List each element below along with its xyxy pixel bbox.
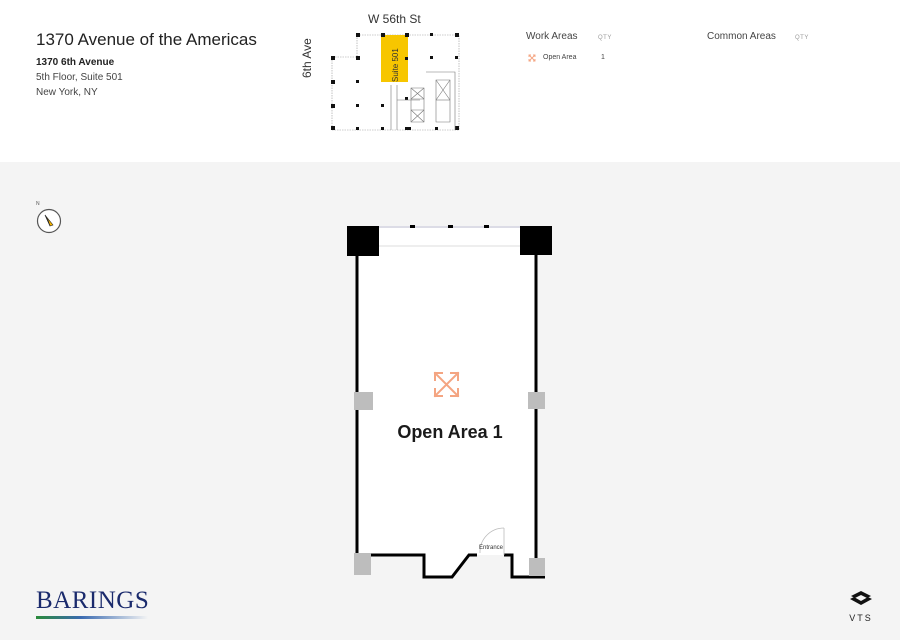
barings-logo-underline [36, 616, 148, 619]
vts-logo: VTS [846, 590, 876, 623]
column [520, 226, 552, 255]
vts-logo-text: VTS [849, 613, 873, 623]
vts-mark-icon [850, 591, 872, 605]
column [529, 558, 545, 576]
column [354, 392, 373, 410]
column [528, 392, 545, 409]
room-label: Open Area 1 [397, 422, 503, 442]
column [354, 553, 371, 575]
open-area-room[interactable] [357, 245, 536, 577]
entrance-label: Entrance [479, 545, 504, 551]
column [347, 226, 379, 256]
floor-plan [347, 225, 552, 579]
barings-logo: BARINGS [36, 588, 149, 619]
barings-logo-text: BARINGS [36, 587, 150, 614]
